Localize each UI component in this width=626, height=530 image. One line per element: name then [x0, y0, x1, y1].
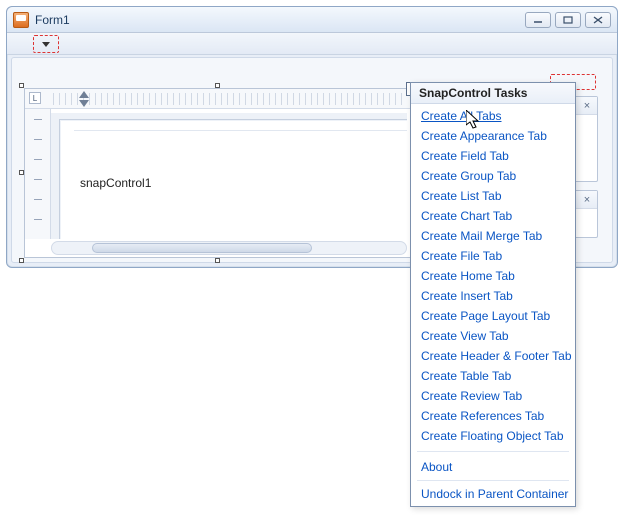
- horizontal-scrollbar[interactable]: [51, 241, 407, 255]
- vertical-ruler: [25, 109, 51, 239]
- separator: [417, 480, 569, 481]
- close-icon[interactable]: ×: [580, 99, 594, 113]
- tasks-list: Create All TabsCreate Appearance TabCrea…: [411, 104, 575, 448]
- task-item[interactable]: Create Chart Tab: [411, 206, 575, 226]
- tasks-title: SnapControl Tasks: [411, 83, 575, 104]
- horizontal-ruler: L: [25, 89, 411, 109]
- indent-marker-bottom-icon[interactable]: [79, 100, 89, 107]
- task-item[interactable]: Create Floating Object Tab: [411, 426, 575, 446]
- task-item[interactable]: Create List Tab: [411, 186, 575, 206]
- task-item[interactable]: Create Mail Merge Tab: [411, 226, 575, 246]
- task-item[interactable]: Create Insert Tab: [411, 286, 575, 306]
- minimize-button[interactable]: [525, 12, 551, 28]
- maximize-button[interactable]: [555, 12, 581, 28]
- close-icon[interactable]: ×: [580, 193, 594, 207]
- task-item[interactable]: Create File Tab: [411, 246, 575, 266]
- snap-control[interactable]: L snapControl1: [24, 88, 412, 258]
- separator: [417, 451, 569, 452]
- task-item[interactable]: Create Group Tab: [411, 166, 575, 186]
- task-item[interactable]: Undock in Parent Container: [411, 484, 575, 504]
- task-item[interactable]: Create Home Tab: [411, 266, 575, 286]
- close-button[interactable]: [585, 12, 611, 28]
- page: snapControl1: [59, 119, 407, 239]
- task-item[interactable]: Create Appearance Tab: [411, 126, 575, 146]
- window-title: Form1: [35, 13, 525, 27]
- task-item[interactable]: Create References Tab: [411, 406, 575, 426]
- task-item[interactable]: Create Review Tab: [411, 386, 575, 406]
- titlebar[interactable]: Form1: [7, 7, 617, 33]
- app-icon: [13, 12, 29, 28]
- task-item[interactable]: Create Table Tab: [411, 366, 575, 386]
- indent-marker-top-icon[interactable]: [79, 91, 89, 98]
- tasks-popup: SnapControl Tasks Create All TabsCreate …: [410, 82, 576, 507]
- tasks-footer: About Undock in Parent Container: [411, 455, 575, 506]
- task-item[interactable]: Create View Tab: [411, 326, 575, 346]
- task-item[interactable]: Create All Tabs: [411, 106, 575, 126]
- overflow-dropdown-icon[interactable]: [42, 42, 50, 47]
- task-item[interactable]: Create Field Tab: [411, 146, 575, 166]
- task-item[interactable]: Create Header & Footer Tab: [411, 346, 575, 366]
- task-item[interactable]: About: [411, 457, 575, 477]
- ruler-corner: L: [29, 92, 41, 104]
- snap-control-name: snapControl1: [80, 176, 151, 190]
- document-viewport[interactable]: snapControl1: [51, 113, 407, 239]
- task-item[interactable]: Create Page Layout Tab: [411, 306, 575, 326]
- toolstrip: [7, 33, 617, 55]
- scrollbar-thumb[interactable]: [92, 243, 312, 253]
